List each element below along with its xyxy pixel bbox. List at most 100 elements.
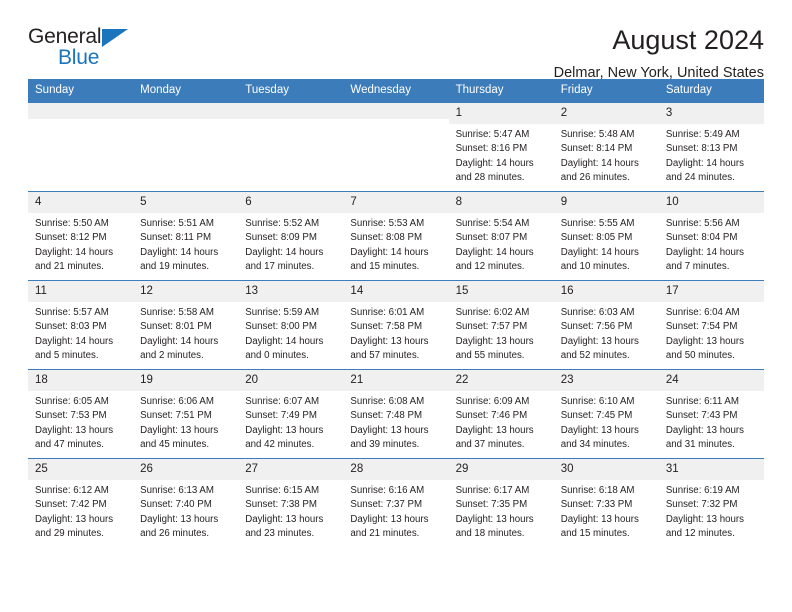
calendar-day-cell[interactable]: 15 Sunrise: 6:02 AM Sunset: 7:57 PM Dayligh…	[448, 280, 554, 370]
calendar-day-cell[interactable]: 10 Sunrise: 5:56 AM Sunset: 8:04 PM Dayligh…	[658, 191, 764, 281]
day-sun-info: Sunrise: 6:06 AM Sunset: 7:51 PM Daylight:…	[133, 391, 238, 452]
calendar-day-cell[interactable]: 8 Sunrise: 5:54 AM Sunset: 8:07 PM Daylight…	[448, 191, 554, 281]
calendar-day-cell[interactable]: 31 Sunrise: 6:19 AM Sunset: 7:32 PM Dayligh…	[658, 458, 764, 547]
weekday-header-thursday: Thursday	[448, 79, 554, 103]
daylight-text-line1: Daylight: 14 hours	[140, 335, 219, 347]
day-cell-content: 28 Sunrise: 6:16 AM Sunset: 7:37 PM Dayligh…	[343, 459, 449, 547]
day-number: 15	[448, 281, 554, 303]
daylight-text-line1: Daylight: 14 hours	[665, 246, 744, 258]
day-cell-content: 17 Sunrise: 6:04 AM Sunset: 7:54 PM Dayligh…	[658, 281, 764, 369]
calendar-day-cell[interactable]: 12 Sunrise: 5:58 AM Sunset: 8:01 PM Dayligh…	[133, 280, 239, 370]
calendar-day-cell[interactable]: 5 Sunrise: 5:51 AM Sunset: 8:11 PM Daylight…	[133, 191, 239, 281]
day-number: 29	[448, 459, 554, 481]
sunrise-text: Sunrise: 5:50 AM	[35, 218, 109, 230]
daylight-text-line1: Daylight: 14 hours	[350, 246, 429, 258]
daylight-text-line2: and 19 minutes.	[140, 260, 210, 272]
day-cell-content: 19 Sunrise: 6:06 AM Sunset: 7:51 PM Dayligh…	[133, 370, 239, 458]
calendar-day-cell[interactable]: 13 Sunrise: 5:59 AM Sunset: 8:00 PM Dayligh…	[238, 280, 344, 370]
calendar-day-cell[interactable]: 4 Sunrise: 5:50 AM Sunset: 8:12 PM Daylight…	[28, 191, 134, 281]
day-number: 18	[28, 370, 134, 392]
calendar-day-cell[interactable]: 17 Sunrise: 6:04 AM Sunset: 7:54 PM Dayligh…	[658, 280, 764, 370]
logo-triangle-icon	[102, 29, 128, 47]
day-cell-content	[28, 103, 134, 191]
day-number: 5	[133, 192, 239, 214]
calendar-day-cell[interactable]: 27 Sunrise: 6:15 AM Sunset: 7:38 PM Dayligh…	[238, 458, 344, 547]
day-cell-content: 16 Sunrise: 6:03 AM Sunset: 7:56 PM Dayligh…	[553, 281, 659, 369]
calendar-day-cell[interactable]: 23 Sunrise: 6:10 AM Sunset: 7:45 PM Dayligh…	[553, 369, 659, 459]
day-cell-content: 1 Sunrise: 5:47 AM Sunset: 8:16 PM Daylight…	[448, 103, 554, 191]
calendar-day-cell[interactable]: 24 Sunrise: 6:11 AM Sunset: 7:43 PM Dayligh…	[658, 369, 764, 459]
weekday-header-monday: Monday	[133, 79, 239, 103]
day-sun-info: Sunrise: 5:47 AM Sunset: 8:16 PM Daylight:…	[449, 124, 554, 185]
day-sun-info: Sunrise: 6:16 AM Sunset: 7:37 PM Daylight:…	[343, 480, 448, 541]
day-cell-content: 5 Sunrise: 5:51 AM Sunset: 8:11 PM Daylight…	[133, 192, 239, 280]
daylight-text-line2: and 2 minutes.	[140, 349, 204, 361]
weekday-header-wednesday: Wednesday	[343, 79, 449, 103]
calendar-page: General Blue August 2024 Delmar, New Yor…	[0, 0, 792, 612]
day-cell-content: 11 Sunrise: 5:57 AM Sunset: 8:03 PM Dayligh…	[28, 281, 134, 369]
calendar-day-cell[interactable]: 21 Sunrise: 6:08 AM Sunset: 7:48 PM Dayligh…	[343, 369, 449, 459]
day-cell-content: 27 Sunrise: 6:15 AM Sunset: 7:38 PM Dayligh…	[238, 459, 344, 547]
title-block: August 2024 Delmar, New York, United Sta…	[148, 26, 764, 82]
day-number: 6	[238, 192, 344, 214]
day-cell-content: 4 Sunrise: 5:50 AM Sunset: 8:12 PM Daylight…	[28, 192, 134, 280]
calendar-day-cell[interactable]: 29 Sunrise: 6:17 AM Sunset: 7:35 PM Dayligh…	[448, 458, 554, 547]
calendar-day-cell[interactable]: 1 Sunrise: 5:47 AM Sunset: 8:16 PM Daylight…	[448, 102, 554, 192]
sunset-text: Sunset: 7:46 PM	[455, 410, 528, 422]
day-sun-info: Sunrise: 6:17 AM Sunset: 7:35 PM Daylight:…	[449, 480, 554, 541]
day-cell-content: 31 Sunrise: 6:19 AM Sunset: 7:32 PM Dayligh…	[658, 459, 764, 547]
calendar-week-row: 4 Sunrise: 5:50 AM Sunset: 8:12 PM Daylight…	[28, 191, 764, 281]
sunset-text: Sunset: 7:48 PM	[350, 410, 423, 422]
daylight-text-line1: Daylight: 13 hours	[350, 513, 429, 525]
calendar-day-cell[interactable]: 9 Sunrise: 5:55 AM Sunset: 8:05 PM Daylight…	[553, 191, 659, 281]
calendar-day-cell[interactable]: 26 Sunrise: 6:13 AM Sunset: 7:40 PM Dayligh…	[133, 458, 239, 547]
calendar-day-cell[interactable]: 19 Sunrise: 6:06 AM Sunset: 7:51 PM Dayligh…	[133, 369, 239, 459]
day-sun-info: Sunrise: 5:59 AM Sunset: 8:00 PM Daylight:…	[238, 302, 343, 363]
calendar-day-cell[interactable]: 2 Sunrise: 5:48 AM Sunset: 8:14 PM Daylight…	[553, 102, 659, 192]
daylight-text-line2: and 0 minutes.	[245, 349, 309, 361]
day-cell-content: 13 Sunrise: 5:59 AM Sunset: 8:00 PM Dayligh…	[238, 281, 344, 369]
sunrise-text: Sunrise: 5:53 AM	[350, 218, 425, 230]
calendar-day-cell[interactable]: 6 Sunrise: 5:52 AM Sunset: 8:09 PM Daylight…	[238, 191, 344, 281]
calendar-day-cell[interactable]: 22 Sunrise: 6:09 AM Sunset: 7:46 PM Dayligh…	[448, 369, 554, 459]
sunset-text: Sunset: 8:16 PM	[455, 143, 528, 155]
sunrise-text: Sunrise: 5:59 AM	[245, 307, 320, 319]
daylight-text-line1: Daylight: 14 hours	[35, 246, 114, 258]
day-number: 31	[658, 459, 764, 481]
day-sun-info: Sunrise: 6:07 AM Sunset: 7:49 PM Daylight:…	[238, 391, 343, 452]
calendar-day-cell[interactable]: 14 Sunrise: 6:01 AM Sunset: 7:58 PM Dayligh…	[343, 280, 449, 370]
day-sun-info: Sunrise: 6:18 AM Sunset: 7:33 PM Daylight:…	[554, 480, 659, 541]
page-header: General Blue August 2024 Delmar, New Yor…	[28, 0, 764, 82]
daylight-text-line1: Daylight: 14 hours	[35, 335, 114, 347]
daylight-text-line2: and 18 minutes.	[455, 527, 525, 539]
day-cell-content: 7 Sunrise: 5:53 AM Sunset: 8:08 PM Daylight…	[343, 192, 449, 280]
sunrise-text: Sunrise: 6:02 AM	[455, 307, 530, 319]
general-blue-logo[interactable]: General Blue	[28, 26, 148, 74]
day-number: 13	[238, 281, 344, 303]
day-cell-content: 18 Sunrise: 6:05 AM Sunset: 7:53 PM Dayligh…	[28, 370, 134, 458]
calendar-day-cell[interactable]: 30 Sunrise: 6:18 AM Sunset: 7:33 PM Dayligh…	[553, 458, 659, 547]
calendar-day-cell[interactable]: 25 Sunrise: 6:12 AM Sunset: 7:42 PM Dayligh…	[28, 458, 134, 547]
calendar-day-cell[interactable]: 7 Sunrise: 5:53 AM Sunset: 8:08 PM Daylight…	[343, 191, 449, 281]
calendar-day-cell[interactable]: 20 Sunrise: 6:07 AM Sunset: 7:49 PM Dayligh…	[238, 369, 344, 459]
calendar-day-cell[interactable]: 16 Sunrise: 6:03 AM Sunset: 7:56 PM Dayligh…	[553, 280, 659, 370]
sunset-text: Sunset: 8:01 PM	[140, 321, 212, 333]
calendar-day-cell	[28, 102, 134, 192]
daylight-text-line1: Daylight: 14 hours	[140, 246, 219, 258]
day-number	[133, 103, 239, 119]
day-number: 27	[238, 459, 344, 481]
calendar-day-cell[interactable]: 11 Sunrise: 5:57 AM Sunset: 8:03 PM Dayligh…	[28, 280, 134, 370]
day-number: 16	[553, 281, 659, 303]
day-number: 19	[133, 370, 239, 392]
calendar-day-cell[interactable]: 28 Sunrise: 6:16 AM Sunset: 7:37 PM Dayligh…	[343, 458, 449, 547]
day-cell-content: 25 Sunrise: 6:12 AM Sunset: 7:42 PM Dayligh…	[28, 459, 134, 547]
sunrise-text: Sunrise: 6:17 AM	[455, 485, 530, 497]
daylight-text-line1: Daylight: 13 hours	[560, 335, 639, 347]
weekday-header-saturday: Saturday	[658, 79, 764, 103]
calendar-day-cell[interactable]: 3 Sunrise: 5:49 AM Sunset: 8:13 PM Daylight…	[658, 102, 764, 192]
sunset-text: Sunset: 8:08 PM	[350, 232, 423, 244]
calendar-day-cell[interactable]: 18 Sunrise: 6:05 AM Sunset: 7:53 PM Dayligh…	[28, 369, 134, 459]
daylight-text-line2: and 10 minutes.	[560, 260, 630, 272]
daylight-text-line1: Daylight: 13 hours	[350, 335, 429, 347]
day-number: 30	[553, 459, 659, 481]
